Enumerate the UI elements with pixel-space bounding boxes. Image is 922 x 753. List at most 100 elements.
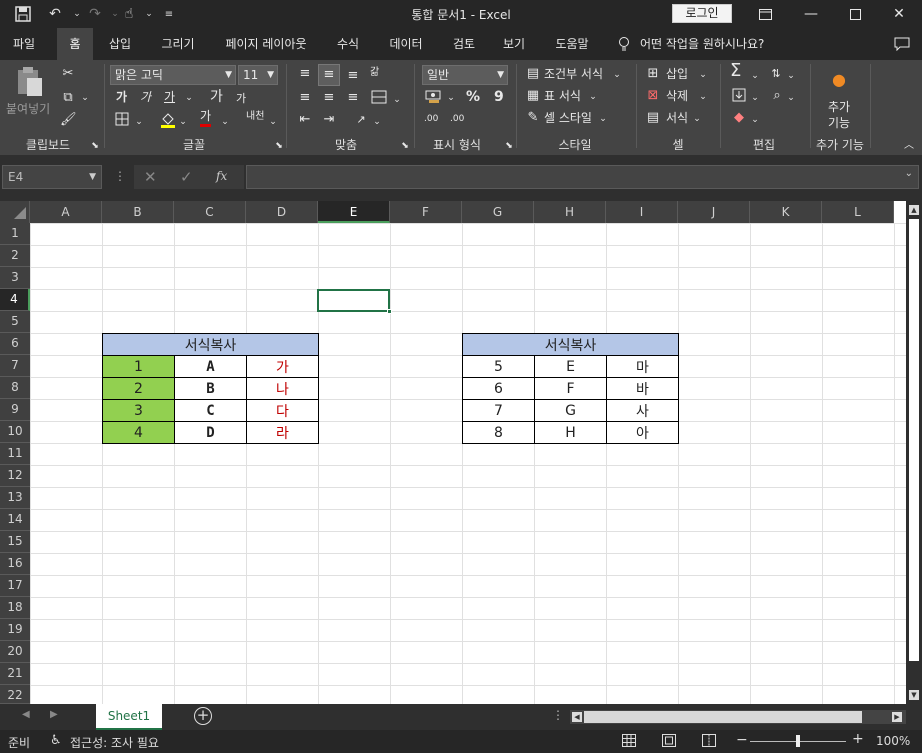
find-dropdown-icon[interactable]: ⌄ [786,90,796,106]
comma-button[interactable]: 9 [494,88,504,106]
column-header-G[interactable]: G [462,201,534,223]
row-header-1[interactable]: 1 [0,223,30,245]
page-layout-view-icon[interactable] [662,734,676,750]
fill-dropdown-icon[interactable]: ⌄ [750,90,760,106]
tab-page-layout[interactable]: 페이지 레이아웃 [214,28,318,60]
column-header-D[interactable]: D [246,201,318,223]
row-header-12[interactable]: 12 [0,465,30,487]
close-icon[interactable]: ✕ [876,0,922,28]
tab-help[interactable]: 도움말 [546,28,598,60]
name-box[interactable]: E4 ▼ [2,165,102,189]
cut-icon[interactable]: ✂ [60,66,76,82]
accounting-dropdown-icon[interactable]: ⌄ [446,90,456,106]
table2-number-cell[interactable]: 6 [462,377,535,400]
tab-view[interactable]: 보기 [494,28,534,60]
table1-korean-cell[interactable]: 나 [246,377,319,400]
conditional-format-button[interactable]: 조건부 서식 [544,65,603,83]
table1-letter-cell[interactable]: A [174,355,247,378]
table2-header-cell[interactable]: 서식복사 [462,333,679,356]
select-all-button[interactable] [0,201,30,223]
row-header-6[interactable]: 6 [0,333,30,355]
table1-number-cell[interactable]: 3 [102,399,175,422]
decrease-decimal-button[interactable]: .00 [450,110,464,128]
row-header-9[interactable]: 9 [0,399,30,421]
clear-dropdown-icon[interactable]: ⌄ [750,112,760,128]
tab-home[interactable]: 홈 [57,28,93,60]
scroll-up-icon[interactable]: ▲ [909,205,919,215]
table1-letter-cell[interactable]: D [174,421,247,444]
align-right-icon[interactable]: ≡ [344,90,362,106]
column-header-I[interactable]: I [606,201,678,223]
table2-letter-cell[interactable]: E [534,355,607,378]
font-name-combo[interactable]: 맑은 고딕 ▼ [110,65,236,85]
row-header-13[interactable]: 13 [0,487,30,509]
format-dropdown-icon[interactable]: ⌄ [692,111,702,127]
align-middle-icon[interactable]: ≡ [318,64,340,86]
table2-korean-cell[interactable]: 바 [606,377,679,400]
tab-review[interactable]: 검토 [444,28,484,60]
comments-icon[interactable] [888,28,916,60]
clear-icon[interactable]: ◆ [730,110,748,126]
tab-draw[interactable]: 그리기 [150,28,206,60]
underline-button[interactable]: 가 [164,88,175,106]
column-header-A[interactable]: A [30,201,102,223]
insert-dropdown-icon[interactable]: ⌄ [698,67,708,83]
autosum-button[interactable]: Σ [730,62,741,80]
minimize-icon[interactable]: — [788,0,834,28]
font-launcher-icon[interactable]: ⬊ [274,138,284,154]
addins-icon[interactable]: ● [830,72,848,88]
row-header-18[interactable]: 18 [0,597,30,619]
row-header-22[interactable]: 22 [0,685,30,704]
table1-korean-cell[interactable]: 다 [246,399,319,422]
decrease-indent-icon[interactable]: ⇤ [296,112,314,128]
table1-number-cell[interactable]: 1 [102,355,175,378]
tab-formulas[interactable]: 수식 [328,28,368,60]
vertical-scrollbar[interactable]: ▲ ▼ [906,201,922,704]
number-format-combo[interactable]: 일반 ▼ [422,65,508,85]
table2-number-cell[interactable]: 5 [462,355,535,378]
maximize-icon[interactable] [832,0,878,28]
tell-me-search[interactable]: 어떤 작업을 원하시나요? [640,28,788,60]
table2-number-cell[interactable]: 8 [462,421,535,444]
bold-button[interactable]: 가 [116,88,127,106]
shrink-font-button[interactable]: 가 [236,90,246,108]
fill-color-icon[interactable] [158,110,178,133]
table1-letter-cell[interactable]: B [174,377,247,400]
conditional-format-icon[interactable]: ▤ [524,66,542,82]
column-header-H[interactable]: H [534,201,606,223]
cell-styles-icon[interactable]: ✎ [524,110,542,126]
format-as-table-button[interactable]: 표 서식 [544,87,581,105]
column-header-C[interactable]: C [174,201,246,223]
border-icon[interactable] [114,112,130,131]
zoom-level[interactable]: 100% [876,734,910,748]
font-color-icon[interactable]: 가 [200,108,212,127]
phonetic-button[interactable]: 내천 [246,108,264,126]
row-header-4[interactable]: 4 [0,289,30,311]
conditional-dropdown-icon[interactable]: ⌄ [612,67,622,83]
ribbon-display-icon[interactable] [742,0,788,28]
add-sheet-icon[interactable]: + [194,707,212,725]
addins-label-2[interactable]: 기능 [828,114,850,132]
merge-dropdown-icon[interactable]: ⌄ [392,92,402,108]
table2-letter-cell[interactable]: F [534,377,607,400]
horizontal-scrollbar[interactable]: ◀ ▶ [570,710,906,724]
fill-down-icon[interactable] [730,88,748,107]
prev-sheet-icon[interactable]: ◀ [22,709,30,720]
table1-letter-cell[interactable]: C [174,399,247,422]
table2-korean-cell[interactable]: 마 [606,355,679,378]
orientation-dropdown-icon[interactable]: ⌄ [372,114,382,130]
copy-icon[interactable]: ⧉ [60,90,76,106]
normal-view-icon[interactable] [622,734,636,750]
selected-cell[interactable] [317,289,392,314]
delete-cells-icon[interactable]: ⊠ [644,88,662,104]
row-header-15[interactable]: 15 [0,531,30,553]
column-header-J[interactable]: J [678,201,750,223]
font-color-dropdown-icon[interactable]: ⌄ [220,114,230,130]
row-header-20[interactable]: 20 [0,641,30,663]
accounting-format-icon[interactable] [424,88,444,109]
row-header-2[interactable]: 2 [0,245,30,267]
delete-cells-button[interactable]: 삭제 [666,87,688,105]
row-header-7[interactable]: 7 [0,355,30,377]
row-header-16[interactable]: 16 [0,553,30,575]
row-header-11[interactable]: 11 [0,443,30,465]
